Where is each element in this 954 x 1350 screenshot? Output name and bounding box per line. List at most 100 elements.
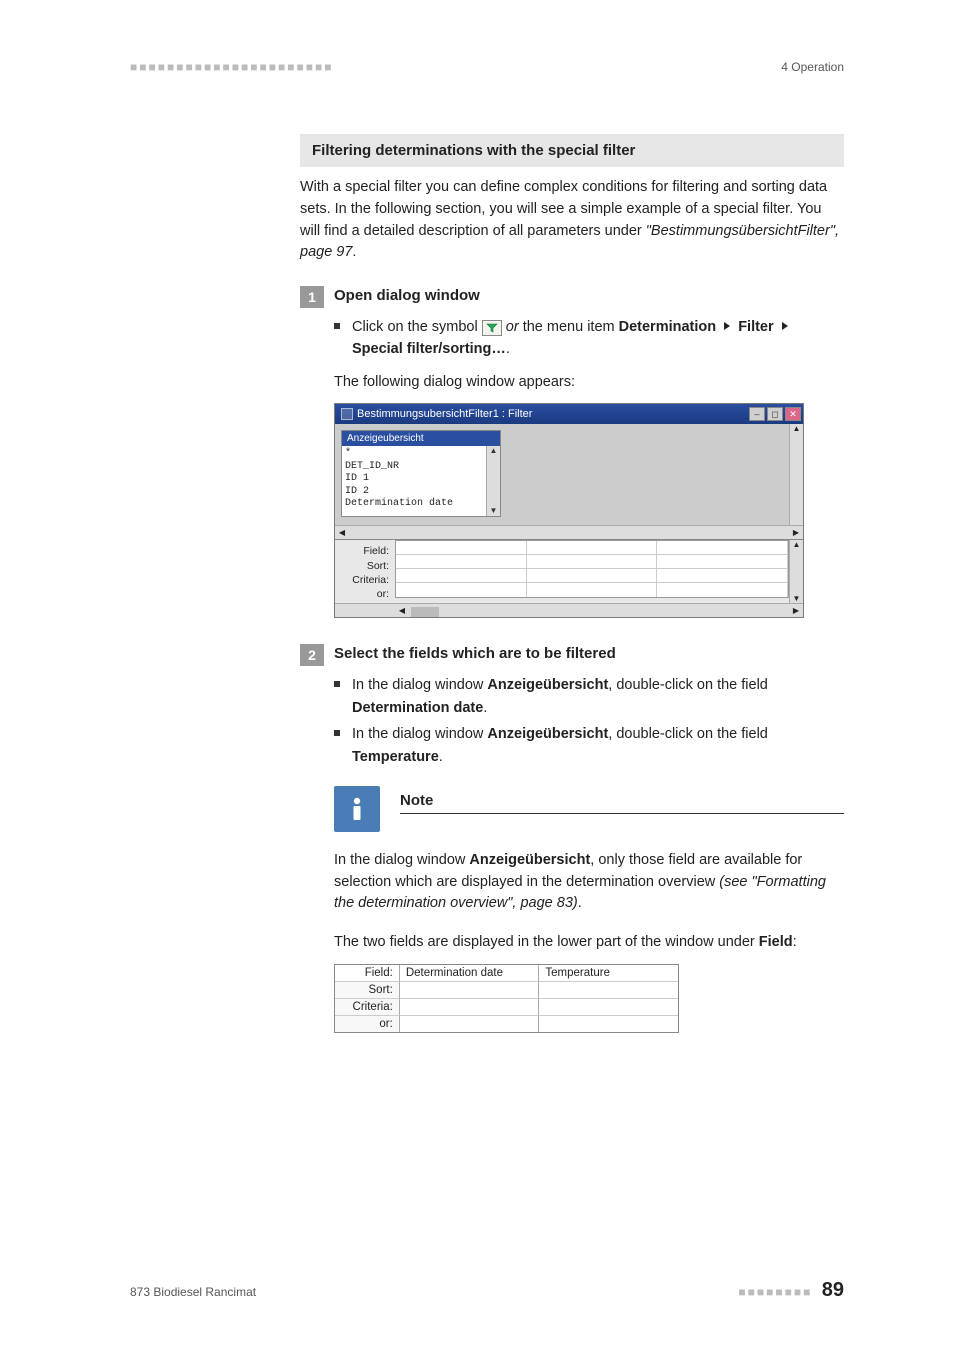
menu-special-filter: Special filter/sorting… [352,341,506,357]
list-item[interactable]: Determination date [345,498,483,511]
scroll-up-icon[interactable]: ▲ [793,540,801,549]
b1-mid: , double-click on the field [608,677,768,693]
result-grid: Field: Determination date Temperature So… [334,964,679,1033]
step1-pre: Click on the symbol [352,319,482,335]
after-note-tail: : [793,934,797,950]
dialog-upper-pane: Anzeigeubersicht * DET_ID_NR ID 1 ID 2 D… [335,424,803,539]
step-2-title: Select the fields which are to be filter… [334,644,616,662]
upper-horizontal-scrollbar[interactable]: ◀ ▶ [335,525,803,539]
note-window: Anzeigeübersicht [469,852,590,868]
step1-or: or [506,319,519,335]
page: ■■■■■■■■■■■■■■■■■■■■■■ 4 Operation Filte… [0,0,954,1350]
step1-tail: . [506,341,510,357]
note-pre: In the dialog window [334,852,469,868]
scroll-down-icon[interactable]: ▼ [490,506,498,516]
list-item[interactable]: * [345,448,483,461]
field-listbox[interactable]: Anzeigeubersicht * DET_ID_NR ID 1 ID 2 D… [341,430,501,517]
bullet-icon [334,730,340,736]
grid2-cell[interactable] [538,1016,678,1032]
info-icon [334,786,380,832]
b2-pre: In the dialog window [352,726,487,742]
list-item[interactable]: ID 2 [345,486,483,499]
grid2-cell[interactable] [538,982,678,999]
scroll-right-icon[interactable]: ▶ [789,606,803,615]
table-row: Sort: [335,982,678,999]
step-1-bullet: Click on the symbol or the menu item Det… [334,316,844,361]
dialog-titlebar[interactable]: BestimmungsubersichtFilter1 : Filter – ◻… [335,404,803,424]
note-tail: . [578,895,582,911]
bullet-icon [334,323,340,329]
step1-post: the menu item [519,319,619,335]
b1-field: Determination date [352,700,483,716]
grid2-cell[interactable] [399,982,539,999]
minimize-button[interactable]: – [749,407,765,421]
table-row[interactable] [396,583,788,597]
filter-icon [482,320,502,336]
after-note-bold: Field [759,934,793,950]
scroll-up-icon[interactable]: ▲ [793,424,801,433]
b2-field: Temperature [352,749,439,765]
intro-tail: . [352,244,356,260]
grid-label-sort: Sort: [335,559,389,573]
list-item[interactable]: DET_ID_NR [345,461,483,474]
after-note-text: The two fields are displayed in the lowe… [334,931,844,953]
grid2-cell[interactable] [538,999,678,1016]
note-rule [400,813,844,814]
maximize-button[interactable]: ◻ [767,407,783,421]
close-button[interactable]: ✕ [785,407,801,421]
grid-cells: ▲ ▼ [395,540,803,603]
header-dots: ■■■■■■■■■■■■■■■■■■■■■■ [130,60,333,74]
b1-window: Anzeigeübersicht [487,677,608,693]
note-block: Note [334,786,844,832]
grid2-cell[interactable]: Determination date [399,965,539,982]
table-row: Criteria: [335,999,678,1016]
grid2-cell[interactable]: Temperature [538,965,678,982]
grid-label-field: Field: [335,544,389,558]
b1-pre: In the dialog window [352,677,487,693]
table-row[interactable] [396,569,788,583]
dialog-lower-pane: Field: Sort: Criteria: or: ▲ ▼ [335,539,803,617]
grid2-cell[interactable] [399,999,539,1016]
grid2-label-or: or: [335,1016,399,1032]
footer-right: ■■■■■■■■ 89 [738,1279,844,1302]
scroll-down-icon[interactable]: ▼ [793,594,801,603]
list-item[interactable]: ID 1 [345,473,483,486]
table-row[interactable] [396,541,788,555]
scroll-left-icon[interactable]: ◀ [335,528,349,537]
listbox-items[interactable]: * DET_ID_NR ID 1 ID 2 Determination date [342,446,486,516]
grid-label-criteria: Criteria: [335,573,389,587]
grid-horizontal-scrollbar[interactable]: ◀ ▶ [335,603,803,617]
b2-window: Anzeigeübersicht [487,726,608,742]
step-1-number: 1 [300,286,324,308]
grid2-label-field: Field: [335,965,399,982]
bullet-icon [334,681,340,687]
grid-label-or: or: [335,587,389,601]
step1-after: The following dialog window appears: [334,371,844,393]
page-footer: 873 Biodiesel Rancimat ■■■■■■■■ 89 [130,1279,844,1302]
menu-filter: Filter [738,319,773,335]
scroll-up-icon[interactable]: ▲ [490,446,498,456]
table-row: or: [335,1016,678,1032]
table-row[interactable] [396,555,788,569]
criteria-grid: Field: Sort: Criteria: or: ▲ ▼ [335,540,803,603]
dialog-icon [341,408,353,420]
scroll-left-icon[interactable]: ◀ [395,606,409,615]
page-header: ■■■■■■■■■■■■■■■■■■■■■■ 4 Operation [130,60,844,74]
footer-product: 873 Biodiesel Rancimat [130,1285,256,1299]
intro-paragraph: With a special filter you can define com… [300,177,844,264]
grid-vertical-scrollbar[interactable]: ▲ ▼ [789,540,803,603]
b2-mid: , double-click on the field [608,726,768,742]
grid2-label-criteria: Criteria: [335,999,399,1016]
table-row: Field: Determination date Temperature [335,965,678,982]
menu-separator-icon [724,322,730,330]
step-2-number: 2 [300,644,324,666]
upper-vertical-scrollbar[interactable]: ▲ [789,424,803,525]
note-body: In the dialog window Anzeigeübersicht, o… [334,850,844,915]
listbox-scrollbar[interactable]: ▲ ▼ [486,446,500,516]
listbox-header: Anzeigeubersicht [342,431,500,446]
grid2-cell[interactable] [399,1016,539,1032]
step-1-bullet-text: Click on the symbol or the menu item Det… [352,316,844,361]
step-1-heading: 1 Open dialog window [300,286,844,308]
step-2-heading: 2 Select the fields which are to be filt… [300,644,844,666]
scroll-right-icon[interactable]: ▶ [789,528,803,537]
